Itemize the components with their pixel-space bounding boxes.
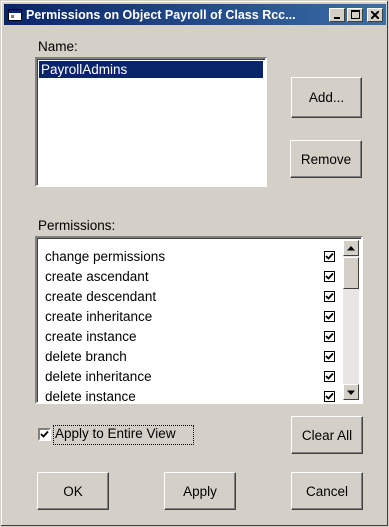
checkmark-icon [325, 252, 334, 260]
checkmark-icon [325, 292, 334, 300]
checkmark-icon [325, 352, 334, 360]
permission-label: delete instance [45, 389, 136, 404]
permission-label: delete inheritance [45, 369, 152, 384]
maximize-icon [350, 10, 360, 19]
down-arrow-icon [347, 390, 355, 395]
apply-button[interactable]: Apply [164, 472, 236, 510]
permission-row[interactable]: change permissions [45, 247, 339, 266]
permission-row[interactable]: create descendant [45, 287, 339, 306]
remove-button[interactable]: Remove [290, 140, 362, 178]
permission-label: delete branch [45, 349, 127, 364]
name-listbox[interactable]: PayrollAdmins [35, 57, 267, 187]
permission-row[interactable]: delete branch [45, 347, 339, 366]
permission-label: create descendant [45, 289, 157, 304]
cancel-button[interactable]: Cancel [291, 472, 363, 510]
name-label: Name: [38, 39, 78, 54]
permission-label: create inheritance [45, 309, 153, 324]
scroll-up-button[interactable] [343, 240, 359, 256]
permission-label: create ascendant [45, 269, 149, 284]
permission-label: change permissions [45, 249, 166, 264]
permission-checkbox[interactable] [324, 351, 335, 362]
permission-checkbox[interactable] [324, 331, 335, 342]
clear-all-button[interactable]: Clear All [291, 416, 363, 454]
ok-button[interactable]: OK [37, 472, 109, 510]
permission-row[interactable]: create inheritance [45, 307, 339, 326]
checkmark-icon [325, 372, 334, 380]
permissions-label: Permissions: [38, 218, 116, 233]
window-icon [8, 8, 22, 21]
up-arrow-icon [347, 245, 355, 250]
checkmark-icon [325, 392, 334, 400]
maximize-button[interactable] [347, 7, 363, 22]
checkmark-icon [325, 332, 334, 340]
checkmark-icon [40, 430, 49, 438]
permission-row[interactable]: delete inheritance [45, 367, 339, 386]
minimize-icon [334, 16, 340, 19]
permission-checkbox[interactable] [324, 391, 335, 402]
permission-row[interactable]: delete instance [45, 387, 339, 406]
permissions-scrollbar[interactable] [343, 240, 359, 400]
permissions-listbox[interactable]: change permissions create ascendant create… [35, 236, 363, 404]
name-item-selected[interactable]: PayrollAdmins [39, 61, 263, 78]
title-bar[interactable]: Permissions on Object Payroll of Class R… [4, 4, 386, 25]
permission-checkbox[interactable] [324, 311, 335, 322]
add-button[interactable]: Add... [291, 77, 362, 118]
checkmark-icon [325, 312, 334, 320]
permission-checkbox[interactable] [324, 271, 335, 282]
scroll-down-button[interactable] [343, 384, 359, 400]
apply-entire-view-label[interactable]: Apply to Entire View [55, 426, 176, 441]
close-icon [371, 10, 379, 19]
permission-label: create instance [45, 329, 137, 344]
close-button[interactable] [367, 7, 383, 22]
permission-checkbox[interactable] [324, 371, 335, 382]
scroll-thumb[interactable] [343, 257, 359, 289]
window-title: Permissions on Object Payroll of Class R… [26, 7, 296, 22]
permissions-dialog: Permissions on Object Payroll of Class R… [0, 0, 389, 527]
permission-checkbox[interactable] [324, 291, 335, 302]
permission-row[interactable]: create ascendant [45, 267, 339, 286]
permission-checkbox[interactable] [324, 251, 335, 262]
apply-entire-view-checkbox[interactable] [38, 428, 51, 441]
permission-row[interactable]: create instance [45, 327, 339, 346]
checkmark-icon [325, 272, 334, 280]
minimize-button[interactable] [329, 7, 345, 22]
